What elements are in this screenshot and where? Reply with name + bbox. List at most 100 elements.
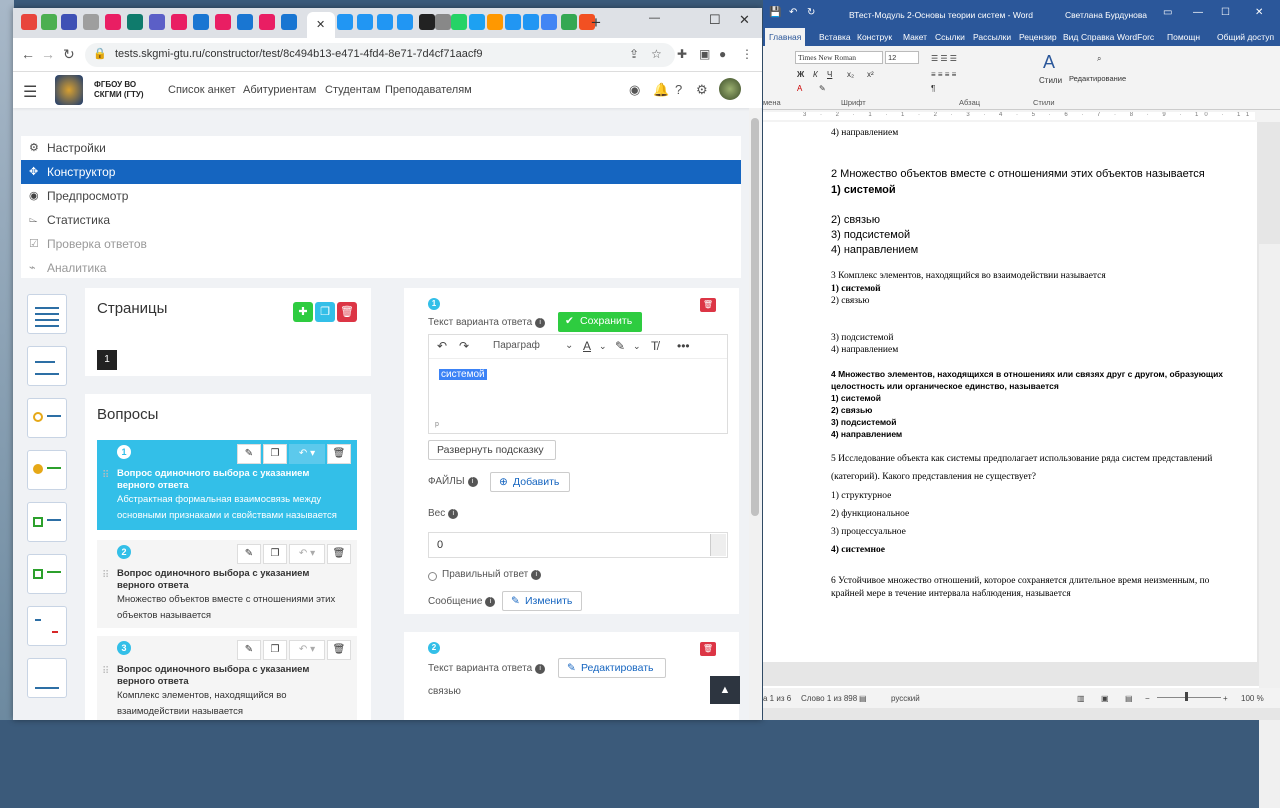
edit-answer-button[interactable]: ✎ Редактировать (558, 658, 666, 678)
question-item[interactable]: ⠿ 2 ✎ ❐ ↶ ▾ 🗑 Вопрос одиночного выбора с ук… (97, 540, 357, 628)
drag-handle-icon[interactable]: ⠿ (102, 470, 109, 481)
avatar[interactable] (719, 78, 741, 100)
tab-favicon[interactable] (469, 14, 485, 30)
styles-button[interactable]: Стили (1039, 76, 1062, 85)
gear-icon[interactable]: ⚙ (696, 82, 708, 98)
nav-teachers[interactable]: Преподавателям (385, 84, 472, 96)
document-page[interactable]: 4) направлением 2 Множество объектов вме… (763, 122, 1257, 662)
info-icon[interactable]: i (467, 477, 478, 487)
web-layout-icon[interactable]: ▤ (1125, 694, 1133, 703)
word-scrollbar[interactable] (1259, 244, 1280, 808)
question-item[interactable]: ⠿ 3 ✎ ❐ ↶ ▾ 🗑 Вопрос одиночного выбора с ук… (97, 636, 357, 720)
copy-page-button[interactable]: ❐ (315, 302, 335, 322)
logo[interactable] (55, 75, 83, 105)
bookmark-star-icon[interactable]: ☆ (651, 47, 662, 61)
menu-preview[interactable]: ◉ Предпросмотр (21, 184, 741, 208)
menu-analytics[interactable]: ⌁ Аналитика (21, 256, 741, 280)
move-icon[interactable]: ↶ ▾ (289, 544, 325, 564)
tab-favicon[interactable] (259, 14, 275, 30)
zoom-out-icon[interactable]: − (1145, 694, 1150, 703)
tab-view[interactable]: Вид (1063, 32, 1078, 42)
trash-icon[interactable]: 🗑 (327, 544, 351, 564)
question-item[interactable]: ⠿ 1 ✎ ❐ ↶ ▾ 🗑 Вопрос одиночного выбора с ук… (97, 440, 357, 530)
delete-answer-button[interactable]: 🗑 (700, 642, 716, 656)
tab-active[interactable]: ✕ (307, 12, 335, 38)
add-file-button[interactable]: ⊕ Добавить (490, 472, 570, 492)
tab-favicon[interactable] (435, 14, 451, 30)
qtype-matching-tile[interactable] (27, 606, 67, 646)
share-icon[interactable]: ⇪ (629, 47, 639, 61)
tab-close-icon[interactable]: ✕ (316, 18, 325, 31)
font-name-box[interactable]: Times New Roman (795, 51, 883, 64)
tab-layout[interactable]: Макет (903, 32, 927, 42)
tab-design[interactable]: Конструк (857, 32, 892, 42)
back-icon[interactable]: ← (21, 46, 35, 62)
trash-icon[interactable]: 🗑 (327, 640, 351, 660)
clear-format-icon[interactable]: T̸ (651, 339, 658, 353)
minimize-icon[interactable]: — (1193, 7, 1203, 18)
correct-answer-radio[interactable] (428, 572, 437, 581)
zoom-in-icon[interactable]: + (1223, 694, 1228, 703)
move-icon[interactable]: ↶ ▾ (289, 444, 325, 464)
hamburger-icon[interactable]: ☰ (23, 82, 37, 102)
tab-favicon[interactable] (21, 14, 37, 30)
edit-icon[interactable]: ✎ (237, 444, 261, 464)
expand-hint-button[interactable]: Развернуть подсказку (428, 440, 556, 460)
zoom-slider-thumb[interactable] (1185, 692, 1188, 701)
qtype-radio-tile[interactable] (27, 398, 67, 438)
nav-applicants[interactable]: Абитуриентам (243, 84, 316, 96)
address-bar[interactable]: 🔒 tests.skgmi-gtu.ru/constructor/test/8c… (85, 43, 675, 67)
chevron-down-icon[interactable]: ⌄ (633, 341, 641, 352)
reload-icon[interactable]: ↻ (63, 46, 75, 63)
save-button[interactable]: ✔ Сохранить (558, 312, 642, 332)
weight-input[interactable]: 0 (428, 532, 728, 558)
tab-favicon[interactable] (523, 14, 539, 30)
tab-favicon[interactable] (61, 14, 77, 30)
tab-favicon[interactable] (505, 14, 521, 30)
move-icon[interactable]: ↶ ▾ (289, 640, 325, 660)
undo-icon[interactable]: ↶ (437, 339, 447, 353)
tab-favicon[interactable] (397, 14, 413, 30)
number-spinner[interactable] (710, 534, 726, 556)
tab-share[interactable]: Общий доступ (1217, 32, 1274, 42)
paragraph-mark-icon[interactable]: ¶ (931, 84, 935, 93)
menu-statistics[interactable]: ⌳ Статистика (21, 208, 741, 232)
tab-favicon[interactable] (357, 14, 373, 30)
scrollbar-thumb[interactable] (751, 118, 759, 516)
page-scrollbar[interactable] (749, 108, 761, 720)
info-icon[interactable]: i (535, 664, 546, 674)
tab-favicon[interactable] (281, 14, 297, 30)
tab-favicon[interactable] (83, 14, 99, 30)
redo-icon[interactable]: ↷ (459, 339, 469, 353)
trash-icon[interactable]: 🗑 (327, 444, 351, 464)
more-icon[interactable]: ••• (677, 339, 690, 353)
chevron-down-icon[interactable]: ⌄ (599, 341, 607, 352)
tab-wordforce[interactable]: WordForc (1117, 32, 1154, 42)
status-page[interactable]: а 1 из 6 (763, 694, 791, 703)
new-tab-button[interactable]: + (591, 13, 601, 33)
subscript-icon[interactable]: x₂ (847, 70, 854, 79)
qtype-input-tile[interactable] (27, 346, 67, 386)
tab-favicon[interactable] (487, 14, 503, 30)
tab-home[interactable]: Главная (765, 28, 806, 46)
editor-selected-text[interactable]: системой (439, 369, 487, 380)
zoom-slider[interactable] (1157, 697, 1221, 698)
superscript-icon[interactable]: x² (867, 70, 874, 79)
zoom-level[interactable]: 100 % (1241, 694, 1264, 703)
copy-icon[interactable]: ❐ (263, 544, 287, 564)
bell-icon[interactable]: 🔔 (653, 82, 669, 98)
tab-favicon[interactable] (171, 14, 187, 30)
eye-icon[interactable]: ◉ (629, 82, 640, 98)
info-icon[interactable]: i (531, 570, 542, 580)
editing-button[interactable]: Редактирование (1069, 74, 1126, 83)
tab-favicon[interactable] (561, 14, 577, 30)
info-icon[interactable]: i (448, 509, 459, 519)
bold-icon[interactable]: Ж (797, 70, 804, 79)
drag-handle-icon[interactable]: ⠿ (102, 570, 109, 581)
change-message-button[interactable]: ✎ Изменить (502, 591, 582, 611)
close-icon[interactable]: ✕ (1255, 7, 1263, 18)
text-color-icon[interactable]: A (583, 339, 591, 353)
tab-favicon[interactable] (193, 14, 209, 30)
redo-icon[interactable]: ↻ (807, 7, 815, 18)
font-color-icon[interactable]: A (797, 84, 802, 93)
